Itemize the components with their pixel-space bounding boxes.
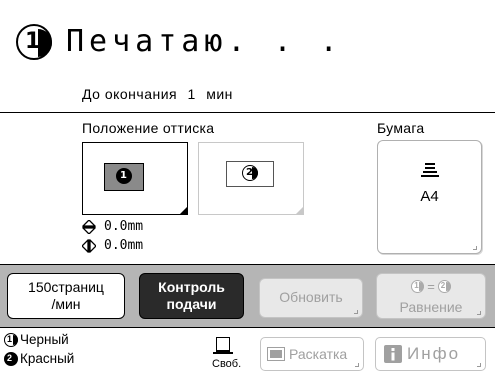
remaining-value: 1 bbox=[187, 86, 196, 102]
drum-2-icon: 2 bbox=[4, 351, 18, 366]
memory-icon bbox=[213, 337, 233, 354]
corner-mark-icon bbox=[477, 363, 481, 367]
memory-free-label: Своб. bbox=[212, 358, 242, 370]
drum-2-info: 2 Красный bbox=[4, 351, 74, 366]
paper-label: Бумага bbox=[377, 120, 425, 136]
print-speed-button[interactable]: 150страниц /мин bbox=[7, 273, 125, 319]
drum-2-chip: 2 bbox=[226, 161, 274, 187]
position-panel: Положение оттиска 1 2 0.0mm 0.0mm Бумага… bbox=[0, 113, 495, 265]
print-position-label: Положение оттиска bbox=[82, 120, 215, 136]
bottom-info-bar: 1 Черный 2 Красный Своб. Раскатка Инфо bbox=[0, 329, 495, 374]
page-fold-icon bbox=[179, 206, 188, 215]
status-area: 1 Печатаю. . . До окончания 1 мин bbox=[0, 0, 495, 112]
page-fold-icon bbox=[295, 206, 304, 215]
horizontal-offset-icon bbox=[82, 238, 96, 253]
status-title-row: 1 Печатаю. . . bbox=[16, 22, 343, 62]
balance-button[interactable]: 1 = 2 Равнение bbox=[376, 273, 486, 319]
paper-size-button[interactable]: A4 bbox=[377, 140, 482, 254]
drum-2-color: Красный bbox=[20, 351, 75, 366]
corner-mark-icon bbox=[355, 363, 359, 367]
action-bar: 150страниц /мин Контроль подачи Обновить… bbox=[0, 264, 495, 328]
vertical-offset: 0.0mm bbox=[82, 219, 143, 234]
drum-2-icon: 2 bbox=[242, 165, 258, 181]
horizontal-offset-value: 0.0mm bbox=[104, 238, 144, 253]
preview-button[interactable]: Раскатка bbox=[260, 337, 364, 371]
corner-mark-icon bbox=[477, 311, 481, 315]
update-button[interactable]: Обновить bbox=[259, 278, 363, 318]
info-icon bbox=[384, 345, 402, 363]
horizontal-offset: 0.0mm bbox=[82, 238, 143, 253]
vertical-offset-value: 0.0mm bbox=[104, 219, 144, 234]
corner-mark-icon bbox=[354, 310, 358, 314]
info-button[interactable]: Инфо bbox=[375, 337, 486, 371]
drum-1-position-card[interactable]: 1 bbox=[82, 142, 188, 215]
drum-1-icon: 1 bbox=[16, 24, 52, 60]
remaining-time: До окончания 1 мин bbox=[82, 86, 233, 102]
vertical-offset-icon bbox=[82, 219, 96, 234]
drum-1-color: Черный bbox=[20, 332, 69, 347]
drum-balance-icon: 1 = 2 bbox=[411, 278, 451, 295]
feed-control-button[interactable]: Контроль подачи bbox=[139, 273, 244, 319]
remaining-label: До окончания bbox=[82, 86, 178, 102]
drum-1-icon: 1 bbox=[4, 332, 18, 347]
drum-1-info: 1 Черный bbox=[4, 332, 69, 347]
paper-size-value: A4 bbox=[420, 188, 439, 205]
drum-1-icon: 1 bbox=[116, 168, 132, 184]
drum-2-position-card[interactable]: 2 bbox=[198, 142, 304, 215]
remaining-unit: мин bbox=[206, 86, 233, 102]
drum-1-chip: 1 bbox=[104, 163, 144, 191]
preview-icon bbox=[267, 347, 285, 361]
status-title: Печатаю. . . bbox=[66, 24, 343, 59]
paper-stack-icon bbox=[421, 163, 439, 177]
corner-mark-icon bbox=[473, 246, 477, 250]
